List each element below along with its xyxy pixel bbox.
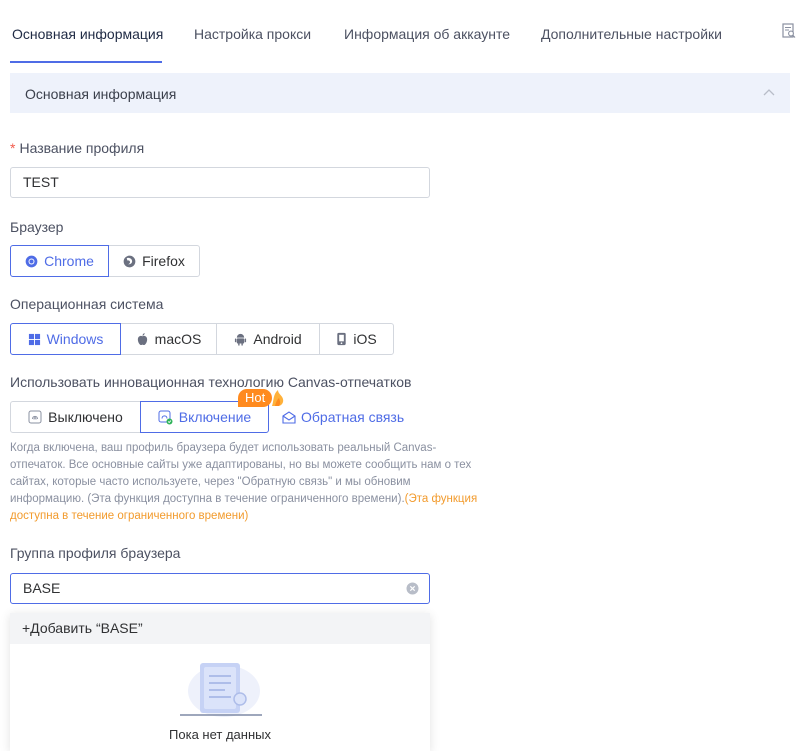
windows-icon (28, 333, 40, 345)
clear-icon[interactable] (406, 582, 419, 595)
browser-chrome-button[interactable]: Chrome (10, 245, 109, 277)
firefox-icon (123, 255, 136, 267)
canvas-off-label: Выключено (48, 409, 123, 425)
browser-label: Браузер (10, 219, 64, 235)
required-mark: * (10, 140, 16, 156)
fingerprint-icon (28, 410, 42, 424)
canvas-description-text: Когда включена, ваш профиль браузера буд… (10, 442, 472, 505)
os-windows-button[interactable]: Windows (10, 323, 121, 355)
canvas-selector: Выключено Включение (10, 401, 269, 433)
apple-icon (137, 332, 147, 346)
tab-proxy-settings[interactable]: Настройка прокси (194, 26, 311, 42)
active-tab-indicator (10, 61, 162, 63)
tab-account-info[interactable]: Информация об аккаунте (344, 26, 510, 42)
tab-advanced-settings[interactable]: Дополнительные настройки (541, 26, 722, 42)
profile-name-label-text: Название профиля (19, 140, 145, 156)
group-label: Группа профиля браузера (10, 545, 181, 561)
canvas-description: Когда включена, ваш профиль браузера буд… (10, 440, 480, 525)
browser-firefox-label: Firefox (142, 253, 185, 269)
flame-icon (272, 390, 284, 406)
os-selector: Windows macOS Android iOS (10, 323, 394, 355)
os-windows-label: Windows (46, 331, 104, 347)
os-android-label: Android (253, 331, 302, 347)
os-macos-button[interactable]: macOS (120, 323, 217, 355)
section-title: Основная информация (25, 86, 177, 102)
os-android-button[interactable]: Android (216, 323, 320, 355)
feedback-link[interactable]: Обратная связь (282, 409, 404, 425)
section-header[interactable]: Основная информация (10, 73, 790, 113)
browser-firefox-button[interactable]: Firefox (108, 245, 200, 277)
profile-name-label: * Название профиля (10, 140, 144, 156)
feedback-mail-icon (282, 410, 296, 424)
hot-badge: Hot (238, 389, 273, 407)
tab-basic-info[interactable]: Основная информация (12, 26, 163, 42)
os-ios-button[interactable]: iOS (319, 323, 394, 355)
document-search-icon[interactable] (782, 23, 796, 39)
android-icon (235, 333, 247, 346)
empty-data-text: Пока нет данных (169, 727, 271, 742)
os-ios-label: iOS (353, 331, 377, 347)
browser-selector: Chrome Firefox (10, 245, 200, 277)
canvas-on-label: Включение (178, 409, 252, 425)
feedback-label: Обратная связь (301, 409, 405, 425)
empty-data-illustration-icon (180, 663, 262, 717)
profile-name-input[interactable]: TEST (10, 167, 430, 198)
browser-chrome-label: Chrome (44, 253, 94, 269)
fingerprint-check-icon (158, 410, 173, 424)
canvas-label: Использовать инновационная технологию Ca… (10, 374, 412, 390)
os-macos-label: macOS (154, 331, 202, 347)
group-input[interactable]: BASE (10, 573, 430, 604)
chevron-up-icon[interactable] (762, 87, 776, 97)
canvas-off-button[interactable]: Выключено (10, 401, 141, 433)
os-label: Операционная система (10, 296, 164, 312)
add-group-option[interactable]: +Добавить “BASE” (10, 613, 430, 644)
tab-bar: Основная информация Настройка прокси Инф… (0, 0, 802, 64)
iphone-icon (337, 332, 347, 346)
group-dropdown: +Добавить “BASE” Пока нет данных (10, 613, 430, 751)
chrome-icon (25, 255, 38, 267)
